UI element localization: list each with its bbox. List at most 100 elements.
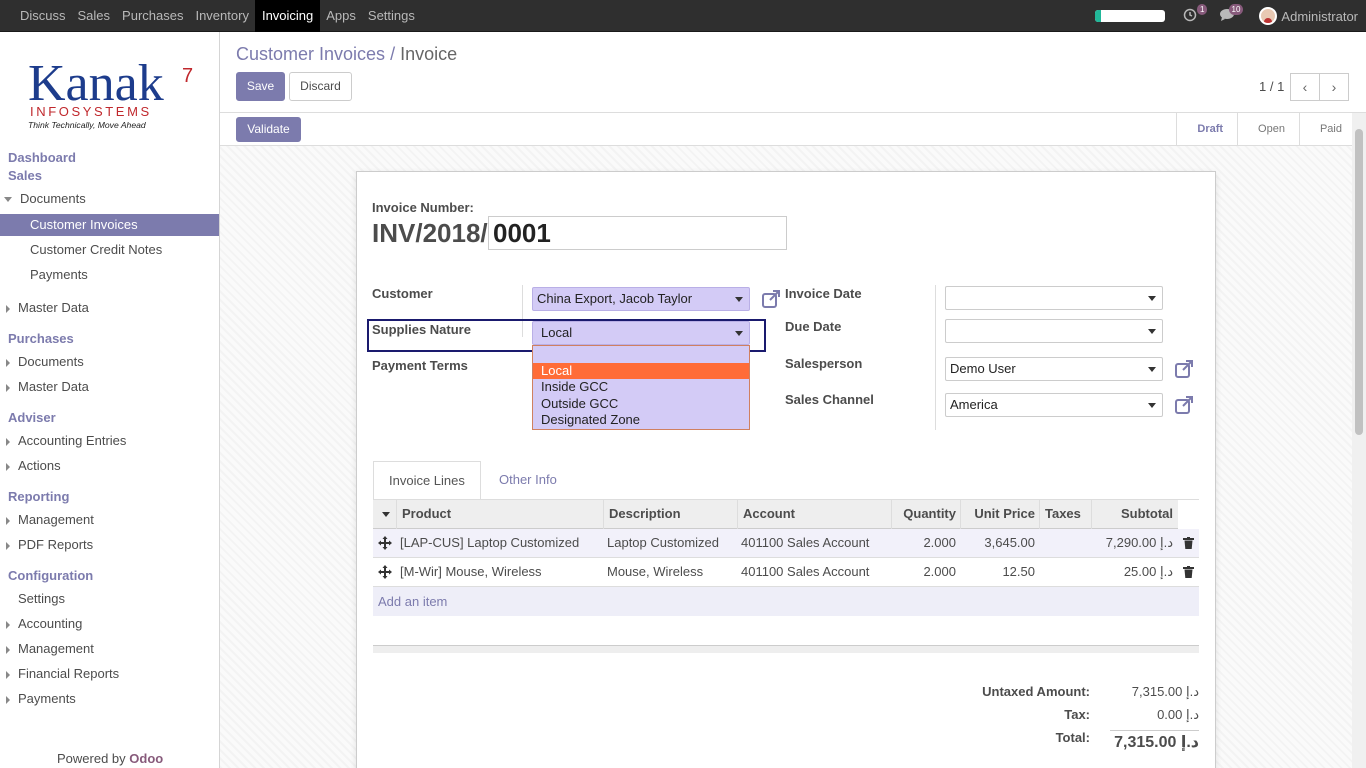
option-outside-gcc[interactable]: Outside GCC [533, 396, 749, 412]
discard-button[interactable]: Discard [289, 72, 352, 101]
invoice-date-input[interactable] [945, 286, 1163, 310]
sort-handle-header[interactable] [373, 500, 397, 529]
sidebar-purchases-documents[interactable]: Documents [0, 351, 219, 373]
sales-channel-select[interactable]: America [945, 393, 1163, 417]
sidebar-config-payments[interactable]: Payments [0, 688, 219, 710]
column-quantity[interactable]: Quantity [891, 500, 961, 529]
field-divider [935, 285, 936, 430]
sidebar-pdf-reports[interactable]: PDF Reports [0, 534, 219, 556]
invoice-date-label: Invoice Date [785, 286, 862, 301]
menu-discuss[interactable]: Discuss [14, 0, 72, 32]
sidebar-sales-documents[interactable]: Documents [0, 188, 219, 210]
user-menu[interactable]: Administrator [1281, 9, 1358, 24]
salesperson-select[interactable]: Demo User [945, 357, 1163, 381]
trash-icon[interactable] [1178, 558, 1198, 587]
tax-label: Tax: [1064, 707, 1090, 722]
sidebar-dashboard[interactable]: Dashboard [8, 150, 76, 165]
cell-unit-price[interactable]: 3,645.00 [960, 529, 1040, 558]
salesperson-value: Demo User [950, 361, 1016, 376]
menu-settings[interactable]: Settings [362, 0, 421, 32]
cell-account[interactable]: 401100 Sales Account [736, 529, 891, 558]
odoo-link[interactable]: Odoo [129, 751, 163, 766]
activity-icon[interactable]: 1 [1183, 4, 1208, 24]
sidebar-payments[interactable]: Payments [0, 264, 219, 286]
menu-invoicing[interactable]: Invoicing [254, 0, 321, 32]
column-subtotal[interactable]: Subtotal [1091, 500, 1178, 529]
clock-icon [1184, 8, 1197, 22]
cell-description[interactable]: Mouse, Wireless [602, 558, 737, 587]
tab-invoice-lines[interactable]: Invoice Lines [373, 461, 481, 500]
sidebar-item-label: Actions [18, 458, 61, 473]
column-description[interactable]: Description [603, 500, 738, 529]
column-taxes[interactable]: Taxes [1039, 500, 1092, 529]
scrollbar[interactable] [1352, 113, 1366, 768]
stage-selector: Draft Open Paid [1176, 113, 1356, 146]
sidebar-item-label: Documents [18, 354, 84, 369]
external-link-icon[interactable] [1174, 395, 1194, 415]
tab-other-info[interactable]: Other Info [484, 461, 572, 500]
total-label: Total: [1055, 730, 1090, 745]
pager-previous-button[interactable]: ‹ [1290, 73, 1320, 101]
table-row[interactable]: [M-Wir] Mouse, Wireless Mouse, Wireless … [373, 558, 1199, 587]
sidebar-accounting-entries[interactable]: Accounting Entries [0, 430, 219, 452]
salesperson-label: Salesperson [785, 356, 863, 371]
sidebar-customer-invoices[interactable]: Customer Invoices [0, 214, 219, 236]
menu-sales[interactable]: Sales [72, 0, 117, 32]
sidebar-actions[interactable]: Actions [0, 455, 219, 477]
menu-purchases[interactable]: Purchases [116, 0, 189, 32]
cell-quantity[interactable]: 2.000 [891, 529, 961, 558]
sidebar-accounting[interactable]: Accounting [0, 613, 219, 635]
sidebar-management[interactable]: Management [0, 509, 219, 531]
option-local[interactable]: Local [533, 363, 749, 379]
trash-icon[interactable] [1178, 529, 1198, 558]
cell-product[interactable]: [M-Wir] Mouse, Wireless [395, 558, 603, 587]
sidebar-item-label: Management [18, 641, 94, 656]
user-avatar[interactable] [1259, 7, 1278, 25]
save-button[interactable]: Save [236, 72, 285, 101]
column-product[interactable]: Product [396, 500, 604, 529]
onboarding-progress-bar[interactable] [1095, 10, 1166, 22]
sidebar-item-label: Management [18, 512, 94, 527]
menu-inventory[interactable]: Inventory [189, 0, 254, 32]
column-account[interactable]: Account [737, 500, 892, 529]
pager-next-button[interactable]: › [1319, 73, 1349, 101]
caret-down-icon [1148, 367, 1156, 372]
messages-icon[interactable]: 10 [1219, 4, 1244, 24]
cell-subtotal: 7,290.00 د.إ [1105, 535, 1173, 550]
table-row[interactable]: [LAP-CUS] Laptop Customized Laptop Custo… [373, 529, 1199, 558]
stage-paid[interactable]: Paid [1298, 113, 1356, 146]
drag-handle-icon[interactable] [373, 529, 395, 558]
invoice-number-input[interactable]: 0001 [488, 216, 787, 250]
external-link-icon[interactable] [761, 289, 781, 309]
sidebar-financial-reports[interactable]: Financial Reports [0, 663, 219, 685]
menu-apps[interactable]: Apps [320, 0, 362, 32]
sidebar-settings[interactable]: Settings [0, 588, 219, 610]
cell-unit-price[interactable]: 12.50 [960, 558, 1040, 587]
due-date-input[interactable] [945, 319, 1163, 343]
messages-count-badge: 10 [1228, 4, 1244, 15]
scrollbar-thumb[interactable] [1355, 129, 1363, 435]
sidebar-customer-credit-notes[interactable]: Customer Credit Notes [0, 239, 219, 261]
tax-value: 0.00 د.إ [1157, 707, 1199, 722]
cell-description[interactable]: Laptop Customized [602, 529, 737, 558]
option-designated-zone[interactable]: Designated Zone [533, 412, 749, 428]
cell-quantity[interactable]: 2.000 [891, 558, 961, 587]
cell-subtotal: 25.00 د.إ [1123, 564, 1173, 579]
option-inside-gcc[interactable]: Inside GCC [533, 379, 749, 395]
column-unit-price[interactable]: Unit Price [960, 500, 1040, 529]
cell-account[interactable]: 401100 Sales Account [736, 558, 891, 587]
sidebar-config-management[interactable]: Management [0, 638, 219, 660]
add-item-link[interactable]: Add an item [378, 594, 447, 609]
validate-button[interactable]: Validate [236, 117, 301, 142]
sidebar-sales-master-data[interactable]: Master Data [0, 297, 219, 319]
stage-draft[interactable]: Draft [1176, 113, 1237, 146]
caret-right-icon [6, 437, 10, 446]
drag-handle-icon[interactable] [373, 558, 395, 587]
stage-open[interactable]: Open [1237, 113, 1299, 146]
breadcrumb-customer-invoices[interactable]: Customer Invoices [236, 44, 385, 64]
customer-select[interactable]: China Export, Jacob Taylor [532, 287, 750, 311]
cell-product[interactable]: [LAP-CUS] Laptop Customized [395, 529, 603, 558]
external-link-icon[interactable] [1174, 359, 1194, 379]
untaxed-amount-value: 7,315.00 د.إ [1131, 684, 1199, 699]
sidebar-purchases-master-data[interactable]: Master Data [0, 376, 219, 398]
